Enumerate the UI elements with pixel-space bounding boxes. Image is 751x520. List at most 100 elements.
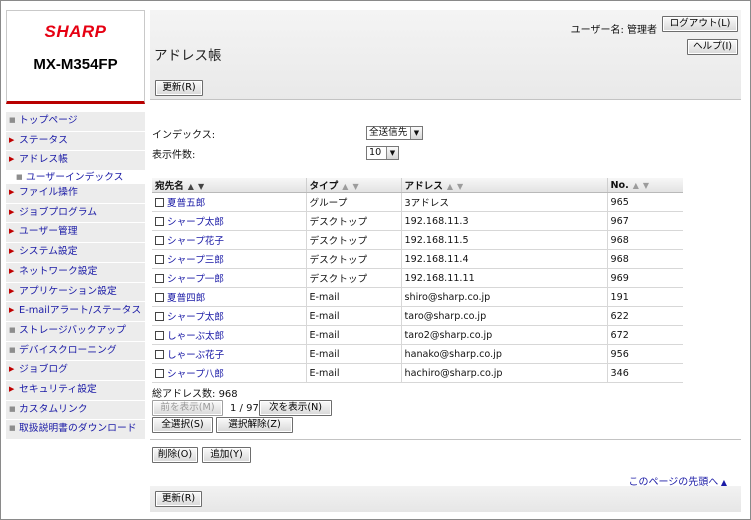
sidebar-item-label: ジョブプログラム [19, 206, 98, 218]
sort-asc-icon[interactable]: ▲ [342, 182, 348, 191]
index-select[interactable]: 全送信先 ▼ [366, 126, 423, 140]
row-checkbox[interactable] [155, 369, 164, 378]
row-checkbox[interactable] [155, 331, 164, 340]
sidebar-item[interactable]: ▶ ネットワーク設定 [6, 262, 145, 283]
table-row: シャープ一郎 デスクトップ 192.168.11.11 969 [152, 268, 683, 288]
sidebar-item[interactable]: ▶ ステータス [6, 131, 145, 152]
cell-address: 192.168.11.5 [400, 230, 607, 250]
sidebar-nav: ■ トップページ ▶ ステータス ▶ アドレス帳 ■ ユーザーインデックス ▶ ファイル操作 ▶ ジョ… [6, 112, 145, 440]
cell-address: 192.168.11.11 [400, 268, 607, 288]
sidebar-item[interactable]: ■ ユーザーインデックス [6, 171, 145, 185]
page-title: アドレス帳 [154, 48, 222, 64]
row-checkbox[interactable] [155, 350, 164, 359]
sidebar-item[interactable]: ▶ セキュリティ設定 [6, 380, 145, 401]
entry-name-link[interactable]: シャープ太郎 [167, 312, 224, 323]
sort-asc-icon[interactable]: ▲ [633, 181, 639, 190]
sidebar-item[interactable]: ▶ ジョブプログラム [6, 203, 145, 224]
sidebar-item[interactable]: ▶ アプリケーション設定 [6, 282, 145, 303]
arrow-right-icon: ▶ [9, 227, 15, 236]
cell-name: シャープ太郎 [152, 211, 306, 231]
square-bullet-icon: ■ [9, 404, 16, 413]
entry-name-link[interactable]: 夏普四郎 [167, 293, 205, 304]
refresh-button-bottom[interactable]: 更新(R) [155, 491, 202, 507]
sidebar-item[interactable]: ■ デバイスクローニング [6, 341, 145, 362]
add-button[interactable]: 追加(Y) [202, 447, 251, 463]
cell-type: デスクトップ [305, 211, 401, 231]
row-checkbox[interactable] [155, 293, 164, 302]
table-row: 夏普四郎 E-mail shiro@sharp.co.jp 191 [152, 287, 683, 307]
sidebar-item[interactable]: ■ カスタムリンク [6, 400, 145, 421]
sidebar-item[interactable]: ▶ アドレス帳 [6, 151, 145, 172]
cell-type: E-mail [305, 306, 401, 326]
square-bullet-icon: ■ [9, 424, 16, 433]
select-all-button[interactable]: 全選択(S) [152, 417, 213, 433]
entry-name-link[interactable]: シャープ八郎 [167, 369, 224, 380]
sidebar-item-label: アドレス帳 [19, 154, 68, 166]
deselect-all-button[interactable]: 選択解除(Z) [216, 417, 293, 433]
page-indicator: 1 / 97 [230, 403, 259, 414]
sidebar-item[interactable]: ▶ ファイル操作 [6, 184, 145, 204]
column-header-name[interactable]: 宛先名 ▲ ▼ [152, 178, 306, 193]
sidebar-item[interactable]: ■ 取扱説明書のダウンロード [6, 420, 145, 440]
entry-name-link[interactable]: 夏普五郎 [167, 198, 205, 209]
row-checkbox[interactable] [155, 312, 164, 321]
sidebar-item-label: ファイル操作 [19, 187, 78, 199]
cell-type: E-mail [305, 287, 401, 307]
cell-name: しゃーぷ太郎 [152, 325, 306, 345]
entry-name-link[interactable]: シャープ一郎 [167, 274, 224, 285]
cell-type: グループ [305, 192, 401, 212]
main-content: ユーザー名: 管理者 ログアウト(L) ヘルプ(I) アドレス帳 更新(R) イ… [150, 10, 741, 512]
sidebar-item[interactable]: ▶ ジョブログ [6, 361, 145, 381]
sidebar-item-label: E-mailアラート/ステータス [19, 305, 142, 317]
sidebar-item-label: ジョブログ [19, 364, 68, 376]
refresh-button-top[interactable]: 更新(R) [155, 80, 203, 96]
entry-name-link[interactable]: シャープ花子 [167, 236, 224, 247]
row-checkbox[interactable] [155, 236, 164, 245]
table-row: シャープ三郎 デスクトップ 192.168.11.4 968 [152, 249, 683, 269]
row-checkbox[interactable] [155, 217, 164, 226]
cell-name: 夏普四郎 [152, 287, 306, 307]
entry-name-link[interactable]: シャープ太郎 [167, 217, 224, 228]
column-header-type[interactable]: タイプ ▲ ▼ [305, 178, 401, 193]
total-value: 968 [218, 389, 238, 400]
sidebar-item[interactable]: ▶ ユーザー管理 [6, 223, 145, 244]
cell-no: 968 [606, 249, 683, 269]
square-bullet-icon: ■ [9, 116, 16, 124]
sort-desc-icon[interactable]: ▼ [198, 182, 204, 191]
sort-desc-icon[interactable]: ▼ [352, 182, 358, 191]
table-row: シャープ八郎 E-mail hachiro@sharp.co.jp 346 [152, 363, 683, 383]
row-checkbox[interactable] [155, 255, 164, 264]
sort-desc-icon[interactable]: ▼ [457, 182, 463, 191]
column-header-no[interactable]: No. ▲ ▼ [606, 178, 683, 193]
cell-name: しゃーぷ花子 [152, 344, 306, 364]
sort-desc-icon[interactable]: ▼ [643, 181, 649, 190]
table-row: シャープ太郎 デスクトップ 192.168.11.3 967 [152, 211, 683, 231]
entry-name-link[interactable]: しゃーぷ花子 [167, 350, 224, 361]
sidebar-item-label: デバイスクローニング [19, 344, 117, 356]
sidebar-item-label: カスタムリンク [19, 403, 88, 415]
next-page-button[interactable]: 次を表示(N) [259, 400, 332, 416]
sidebar-item[interactable]: ■ ストレージバックアップ [6, 321, 145, 342]
help-button[interactable]: ヘルプ(I) [687, 39, 738, 55]
sidebar-item-label: セキュリティ設定 [19, 383, 97, 395]
table-row: シャープ太郎 E-mail taro@sharp.co.jp 622 [152, 306, 683, 326]
row-checkbox[interactable] [155, 198, 164, 207]
prev-page-button[interactable]: 前を表示(M) [152, 400, 223, 416]
sidebar-item[interactable]: ■ トップページ [6, 112, 145, 132]
cell-no: 956 [606, 344, 683, 364]
column-header-address[interactable]: アドレス ▲ ▼ [400, 178, 607, 193]
sidebar-item-label: ユーザー管理 [19, 226, 78, 238]
delete-button[interactable]: 削除(O) [152, 447, 198, 463]
count-select-value: 10 [369, 147, 382, 158]
table-header-row: 宛先名 ▲ ▼ タイプ ▲ ▼ アドレス ▲ ▼ No. ▲ ▼ [152, 178, 683, 193]
entry-name-link[interactable]: しゃーぷ太郎 [167, 331, 224, 342]
entry-name-link[interactable]: シャープ三郎 [167, 255, 224, 266]
sidebar-item[interactable]: ▶ E-mailアラート/ステータス [6, 302, 145, 322]
sort-asc-icon[interactable]: ▲ [188, 182, 194, 191]
row-checkbox[interactable] [155, 274, 164, 283]
logout-button[interactable]: ログアウト(L) [662, 16, 738, 32]
arrow-right-icon: ▶ [9, 266, 15, 275]
sidebar-item[interactable]: ▶ システム設定 [6, 243, 145, 263]
sort-asc-icon[interactable]: ▲ [447, 182, 453, 191]
count-select[interactable]: 10 ▼ [366, 146, 399, 160]
